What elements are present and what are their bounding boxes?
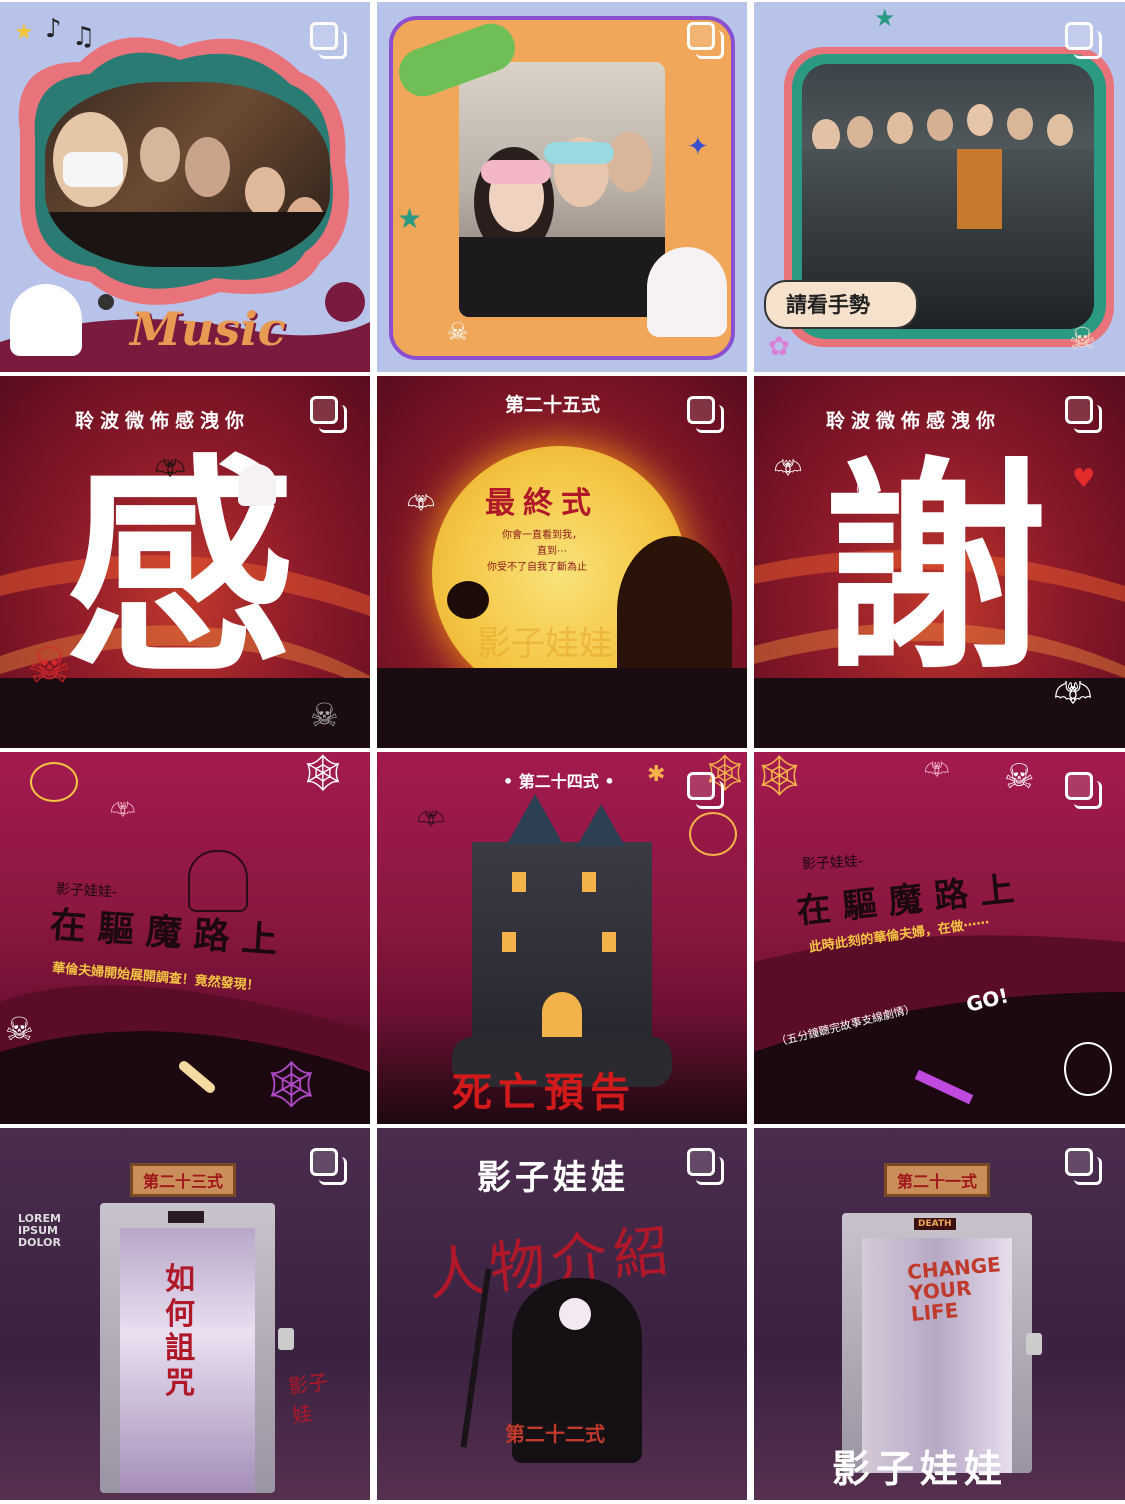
multiple-posts-icon (310, 1148, 350, 1188)
music-notes-icon: ♫ (72, 22, 96, 52)
elevator-button (1026, 1333, 1042, 1355)
spiderweb-icon: 🕸︎ (754, 753, 805, 799)
grid-post-glasses[interactable]: ★ ✦ ☠ (377, 2, 747, 372)
final-top-text: 第二十五式 (505, 394, 601, 416)
multiple-posts-icon (310, 22, 350, 62)
grid-post-music[interactable]: ★ ♪ ♫ Music (0, 2, 370, 372)
multiple-posts-icon (687, 22, 727, 62)
skull-icon: ☠ (1004, 757, 1035, 797)
grid-post-change[interactable]: 第二十一式 DEATH CHANGE YOUR LIFE 影子娃娃 (754, 1128, 1125, 1500)
elevator-indicator (168, 1211, 204, 1223)
spiderweb-icon: 🕸︎ (262, 1057, 321, 1111)
multiple-posts-icon (1065, 396, 1105, 436)
curse-side-text: 影子娃 (286, 1369, 330, 1428)
multiple-posts-icon (687, 396, 727, 436)
skull-icon: ☠ (28, 638, 72, 694)
sparkle-icon: ✦ (687, 132, 709, 162)
music-caption: Music (130, 302, 286, 356)
multiple-posts-icon (687, 1148, 727, 1188)
spiderweb-icon: 🕸︎ (300, 753, 346, 794)
reaper-face (559, 1298, 591, 1330)
grid-post-group[interactable]: 請看手勢 ★ ☠ ✿ (754, 2, 1125, 372)
heart-icon: ♥ (1072, 464, 1096, 494)
skull-icon: ☠ (850, 476, 883, 517)
final-line-1: 你會一直看到我， (502, 530, 582, 541)
xie-top-text: 聆波微佈感洩你 (826, 410, 1002, 432)
bat-icon: 🦇︎ (774, 456, 802, 481)
skull-icon: ☠ (447, 318, 469, 346)
grid-post-curse[interactable]: 第二十三式 LOREM IPSUM DOLOR 如何詛咒 影子娃 (0, 1128, 370, 1500)
zombie-silhouette (617, 536, 732, 686)
intro-top-text: 影子娃娃 (477, 1158, 629, 1198)
bat-icon: 🦇︎ (110, 797, 136, 821)
curse-plaque: 第二十三式 (130, 1163, 237, 1197)
ghost-icon (238, 464, 276, 506)
pumpkin-icon (30, 762, 78, 802)
profile-grid: ★ ♪ ♫ Music ★ ✦ ☠ 請看手勢 ★ ☠ ✿ 聆波微佈感洩你 感 🦇… (0, 0, 1125, 1504)
ghost-icon (10, 284, 82, 356)
grid-post-gan[interactable]: 聆波微佈感洩你 感 🦇︎ ☠ ☠ (0, 376, 370, 748)
death-title: 死亡預告 (452, 1070, 636, 1116)
microphone-icon (98, 294, 114, 310)
star-icon: ★ (397, 202, 423, 235)
bat-icon: 🦇︎ (1054, 676, 1093, 711)
change-door-text: CHANGE YOUR LIFE (906, 1252, 1002, 1327)
intro-bottom-text: 第二十二式 (505, 1422, 605, 1446)
bat-icon: 🦇︎ (407, 491, 435, 516)
curse-wall-text: LOREM IPSUM DOLOR (18, 1212, 61, 1250)
multiple-posts-icon (1065, 772, 1105, 812)
final-watermark: 影子娃娃 (477, 624, 613, 664)
grass-silhouette (377, 668, 747, 748)
multiple-posts-icon (1065, 22, 1105, 62)
mummy-icon (1064, 1042, 1112, 1096)
castle (472, 794, 652, 1057)
gan-top-text: 聆波微佈感洩你 (75, 410, 251, 432)
group-caption: 請看手勢 (786, 293, 870, 317)
music-note-icon: ♪ (45, 14, 62, 44)
multiple-posts-icon (687, 772, 727, 812)
skull-icon: ☠ (1069, 322, 1096, 357)
grid-post-death[interactable]: • 第二十四式 • 死亡預告 🕸︎ ✱ 🦇︎ (377, 752, 747, 1124)
elevator-button (278, 1328, 294, 1350)
ghost-icon (188, 850, 248, 912)
multiple-posts-icon (1065, 1148, 1105, 1188)
grid-post-intro[interactable]: 影子娃娃 人物介紹 第二十二式 (377, 1128, 747, 1500)
change-bottom-text: 影子娃娃 (832, 1447, 1009, 1491)
skull-icon: ☠ (5, 1010, 34, 1048)
flower-icon: ✿ (768, 332, 790, 362)
multiple-posts-icon (310, 396, 350, 436)
final-line-2: 直到⋯ (537, 546, 567, 557)
bat-icon: 🦇︎ (924, 757, 950, 781)
ghost-icon (647, 247, 727, 337)
pumpkin-icon (447, 581, 489, 619)
bat-icon: 🦇︎ (417, 807, 445, 832)
exorcism2-sub: 影子娃娃- (801, 853, 864, 873)
music-photo (45, 82, 330, 267)
skull-icon: ☠ (310, 696, 339, 734)
witch-hat-icon (794, 1072, 854, 1117)
bat-icon: 🦇︎ (155, 454, 186, 482)
cat-icon (689, 812, 737, 856)
star-icon: ★ (874, 4, 896, 32)
death-top-text: • 第二十四式 • (503, 772, 615, 791)
spider-icon: ✱ (647, 762, 666, 787)
final-line-3: 你受不了自我了斷為止 (487, 562, 587, 573)
grid-post-xie[interactable]: 聆波微佈感洩你 謝 ☠ ♥ 🦇︎ 🦇︎ (754, 376, 1125, 748)
grid-post-final[interactable]: 第二十五式 最終式 你會一直看到我， 直到⋯ 你受不了自我了斷為止 影子娃娃 🦇… (377, 376, 747, 748)
change-plaque: 第二十一式 (884, 1163, 991, 1197)
final-title: 最終式 (485, 486, 599, 521)
star-icon: ★ (14, 20, 34, 45)
glasses-photo (459, 62, 665, 317)
grid-post-exorcism-1[interactable]: 影子娃娃- 在驅魔路上 華倫夫婦開始展開調查！竟然發現！ 🕸︎ 🕸︎ ☠ 🦇︎ (0, 752, 370, 1124)
curse-door-text: 如何詛咒 (165, 1262, 195, 1401)
grid-post-exorcism-2[interactable]: 影子娃娃- 在驅魔路上 此時此刻的華倫夫婦，在做⋯⋯ （五分鐘聽完故事支線劇情）… (754, 752, 1125, 1124)
elevator-sign: DEATH (914, 1218, 956, 1230)
